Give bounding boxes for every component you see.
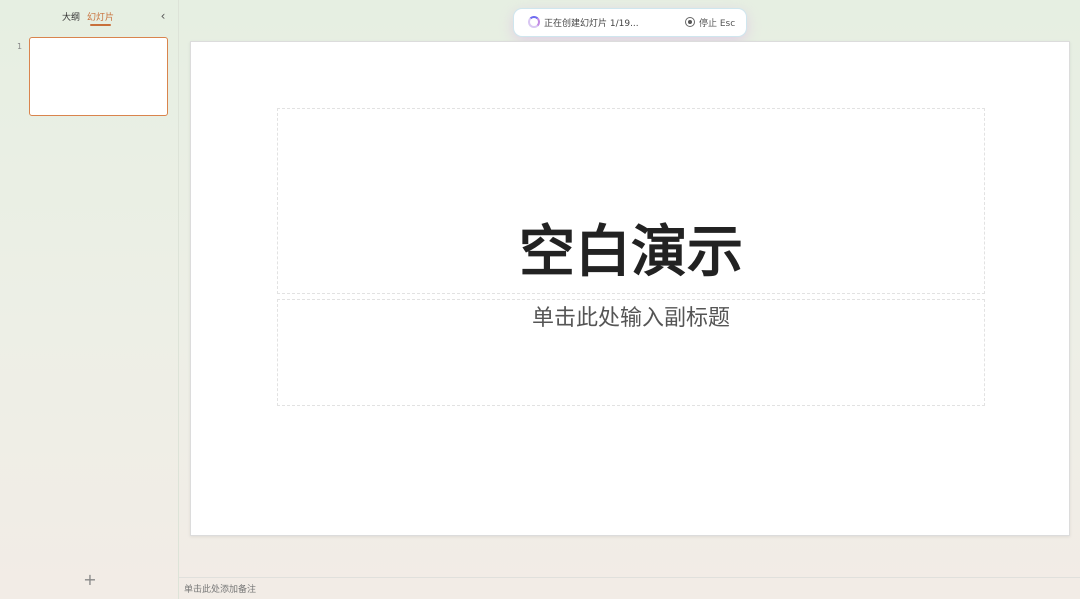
slide-title: 空白演示 — [519, 220, 743, 285]
plus-icon[interactable]: + — [80, 570, 100, 590]
presentation-app: 大纲 幻灯片 ‹ 1 + 正在创建幻灯片 1/19... 停止 Esc 空白演示… — [0, 0, 1080, 599]
chevron-left-icon[interactable]: ‹ — [157, 9, 169, 23]
slide-thumbnail-number: 1 — [17, 42, 23, 51]
spinner-icon — [528, 16, 540, 28]
tab-slides[interactable]: 幻灯片 — [87, 10, 114, 26]
notes-placeholder: 单击此处添加备注 — [184, 585, 257, 595]
subtitle-placeholder[interactable]: 单击此处输入副标题 — [277, 299, 985, 406]
sidebar-tabs: 大纲 幻灯片 ‹ — [0, 8, 179, 28]
generation-status-pill: 正在创建幻灯片 1/19... 停止 Esc — [514, 9, 746, 36]
slide-sidebar: 大纲 幻灯片 ‹ 1 + — [0, 0, 179, 599]
notes-input[interactable]: 单击此处添加备注 — [179, 577, 1080, 599]
status-text: 正在创建幻灯片 1/19... — [544, 19, 639, 29]
title-placeholder[interactable]: 空白演示 — [277, 108, 985, 294]
slide-canvas: 空白演示 单击此处输入副标题 — [190, 41, 1070, 536]
stop-circle-icon — [685, 17, 695, 27]
stop-label: 停止 Esc — [699, 19, 736, 29]
slide-subtitle: 单击此处输入副标题 — [531, 306, 730, 331]
slide-thumbnail[interactable] — [29, 37, 168, 116]
tab-outline[interactable]: 大纲 — [62, 10, 80, 23]
